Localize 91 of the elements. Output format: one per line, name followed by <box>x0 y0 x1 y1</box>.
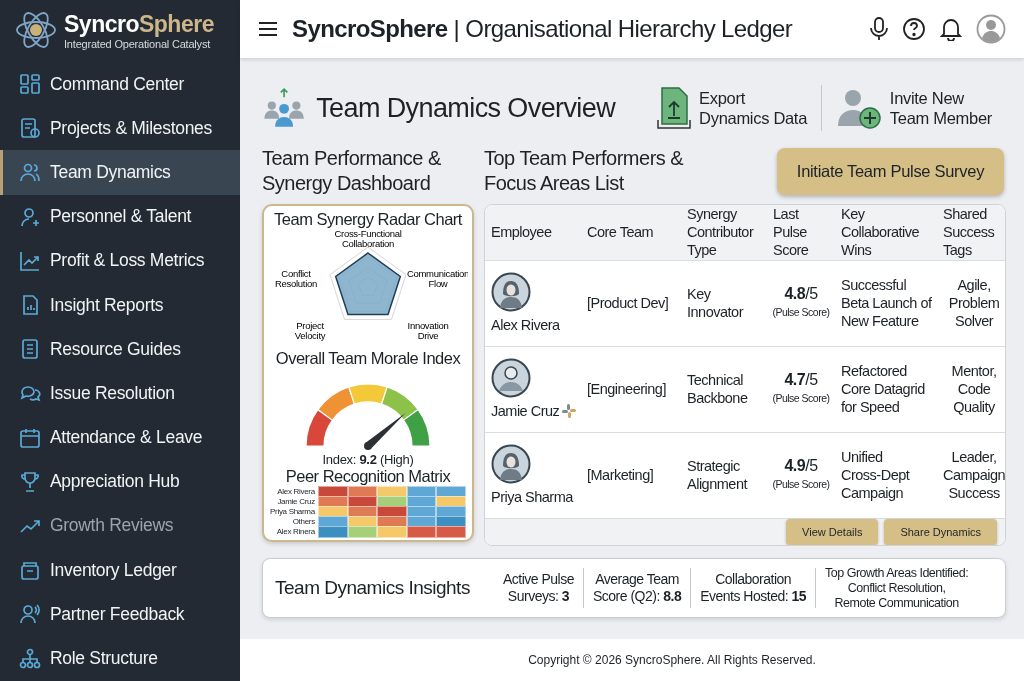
matrix-row-label: Jamie Cruz <box>276 496 315 506</box>
score-note: (Pulse Score) <box>771 391 831 407</box>
insight-stat: Collaboration Events Hosted: 15 <box>699 571 808 605</box>
sidebar-item[interactable]: Issue Resolution <box>0 371 240 416</box>
calendar-icon <box>19 426 41 449</box>
table-cell-text: Key Innovator <box>686 285 745 322</box>
table-action-button[interactable]: View Details <box>786 519 879 545</box>
insight-stat: Average Team Score (Q2): 8.8 <box>591 571 683 605</box>
matrix-row-label: Others <box>291 516 315 526</box>
morale-index: Index: 9.2 (High) <box>322 452 414 467</box>
column-header: Key Collaborative Wins <box>840 205 921 260</box>
sidebar-item[interactable]: Team Dynamics <box>0 150 240 195</box>
people-icon <box>19 161 41 184</box>
table-action-button[interactable]: Share Dynamics <box>884 519 998 545</box>
sidebar-item[interactable]: Appreciation Hub <box>0 459 240 504</box>
bell-icon[interactable] <box>940 17 962 41</box>
trophy-icon <box>19 470 41 493</box>
avatar-icon <box>491 444 531 485</box>
hierarchy-icon <box>19 647 41 670</box>
employee-name: Priya Sharma <box>491 488 573 507</box>
line-chart-icon <box>19 249 41 272</box>
table-cell-text: [Product Dev] <box>586 294 670 313</box>
sidebar-item[interactable]: Attendance & Leave <box>0 415 240 460</box>
pulse-score: 4.9/5 <box>784 457 818 475</box>
column-header: Employee <box>490 223 553 242</box>
person-voice-icon <box>19 603 41 626</box>
guide-icon <box>19 338 41 361</box>
chart-title: Peer Recognition Matrix <box>285 467 451 486</box>
sidebar-item[interactable]: Personnel & Talent <box>0 194 240 239</box>
axis-label: Innovation Drive <box>407 320 449 341</box>
column-header: Shared Success Tags <box>942 205 996 260</box>
page-title: SyncroSphere | Organisational Hierarchy Ledger <box>292 15 794 43</box>
copyright-text: Copyright © 2026 SyncroSphere. All Rights Reserved. <box>240 639 1024 681</box>
column-header: Core Team <box>586 223 655 242</box>
matrix-row-label: Alex Rivera <box>276 486 315 496</box>
column-header: Synergy Contributor Type <box>686 205 755 260</box>
table-cell-text: [Engineering] <box>586 380 667 399</box>
table-cell-text: Successful Beta Launch of New Feature <box>840 276 933 331</box>
score-note: (Pulse Score) <box>771 305 831 321</box>
person-add-icon <box>19 205 41 228</box>
axis-label: Cross-Functional Collaboration <box>334 229 402 249</box>
column-header: Last Pulse Score <box>772 205 810 260</box>
axis-label: Communication Flow <box>406 268 468 289</box>
table-cell-text: Unified Cross-Dept Campaign <box>840 448 911 503</box>
sidebar-item[interactable]: Inventory Ledger <box>0 548 240 593</box>
pulse-score: 4.8/5 <box>784 285 818 303</box>
table-cell-text: Agile, Problem Solver <box>947 276 1001 331</box>
axis-label: Conflict Resolution <box>275 268 317 289</box>
section-heading: Team Performance & Synergy Dashboard <box>262 146 442 196</box>
dashboard-grid-icon <box>19 73 41 96</box>
section-heading: Top Team Performers & Focus Areas List <box>484 146 684 196</box>
chart-title: Overall Team Morale Index <box>275 349 461 368</box>
employee-name: Jamie Cruz <box>491 402 560 421</box>
sidebar-item[interactable]: Resource Guides <box>0 327 240 372</box>
table-cell-text: Strategic Alignment <box>686 457 749 494</box>
menu-icon[interactable] <box>258 21 278 37</box>
insight-stat: Top Growth Areas Identified: Conflict Resolution, Remote Communication <box>824 565 970 611</box>
table-cell-text: Refactored Core Datagrid for Speed <box>840 362 926 417</box>
pulse-score: 4.7/5 <box>784 371 818 389</box>
brand-tagline: Integrated Operational Catalyst <box>64 37 212 50</box>
employee-name: Alex Rivera <box>491 316 560 335</box>
sidebar-item[interactable]: Profit & Loss Metrics <box>0 238 240 283</box>
pulse-survey-button[interactable]: Initiate Team Pulse Survey <box>776 147 1005 195</box>
avatar-icon <box>491 358 531 399</box>
matrix-row-label: Alex Rinera <box>275 526 315 536</box>
avatar-icon <box>491 272 531 313</box>
export-button[interactable]: Export Dynamics Data <box>643 86 822 130</box>
overview-title: Team Dynamics Overview <box>316 92 616 124</box>
sidebar-item[interactable]: Insight Reports <box>0 282 240 328</box>
table-cell-text: Mentor, Code Quality <box>950 362 998 417</box>
sidebar-item[interactable]: Role Structure <box>0 636 240 681</box>
table-cell-text: [Marketing] <box>586 466 655 485</box>
table-cell-text: Leader, Campaign Success <box>942 448 1006 503</box>
axis-label: Project Velocity <box>294 320 326 341</box>
insights-title: Team Dynamics Insights <box>274 577 471 599</box>
user-avatar-icon[interactable] <box>976 14 1006 44</box>
document-upload-icon <box>657 86 692 130</box>
invite-button[interactable]: Invite New Team Member <box>821 86 1006 130</box>
table-cell-text: Technical Backbone <box>686 371 749 408</box>
help-icon[interactable] <box>902 17 926 41</box>
sidebar-item[interactable]: Command Center <box>0 62 240 107</box>
sidebar-item[interactable]: Partner Feedback <box>0 592 240 637</box>
document-icon <box>19 117 41 140</box>
insight-stat: Active Pulse Surveys: 3 <box>501 571 575 605</box>
score-note: (Pulse Score) <box>771 477 831 493</box>
sidebar-item[interactable]: Projects & Milestones <box>0 106 240 151</box>
matrix-row-label: Priya Sharma <box>270 506 315 516</box>
chart-title: Team Synergy Radar Chart <box>274 210 462 229</box>
microphone-icon[interactable] <box>870 17 888 41</box>
brand-name: SyncroSphere <box>64 10 214 38</box>
box-icon <box>19 559 41 582</box>
